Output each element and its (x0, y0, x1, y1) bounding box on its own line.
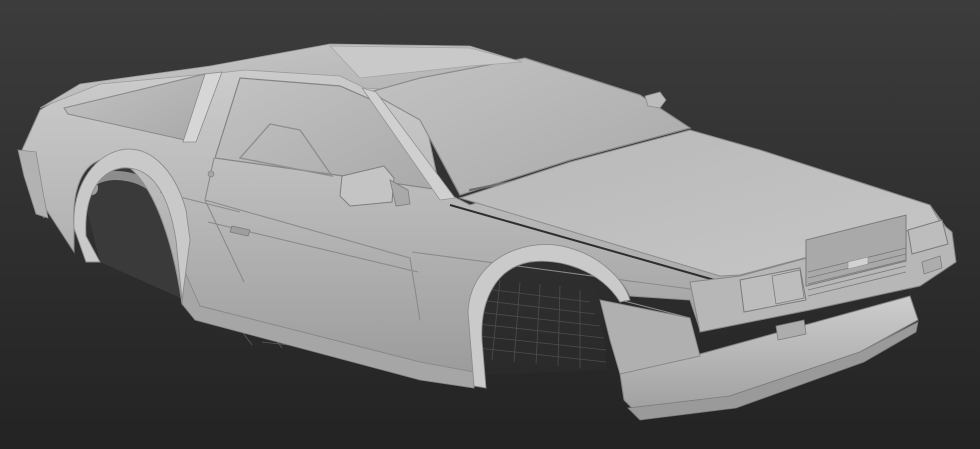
3d-viewport[interactable] (0, 0, 980, 449)
viewport-canvas[interactable] (0, 0, 980, 449)
door-lock (207, 170, 215, 178)
